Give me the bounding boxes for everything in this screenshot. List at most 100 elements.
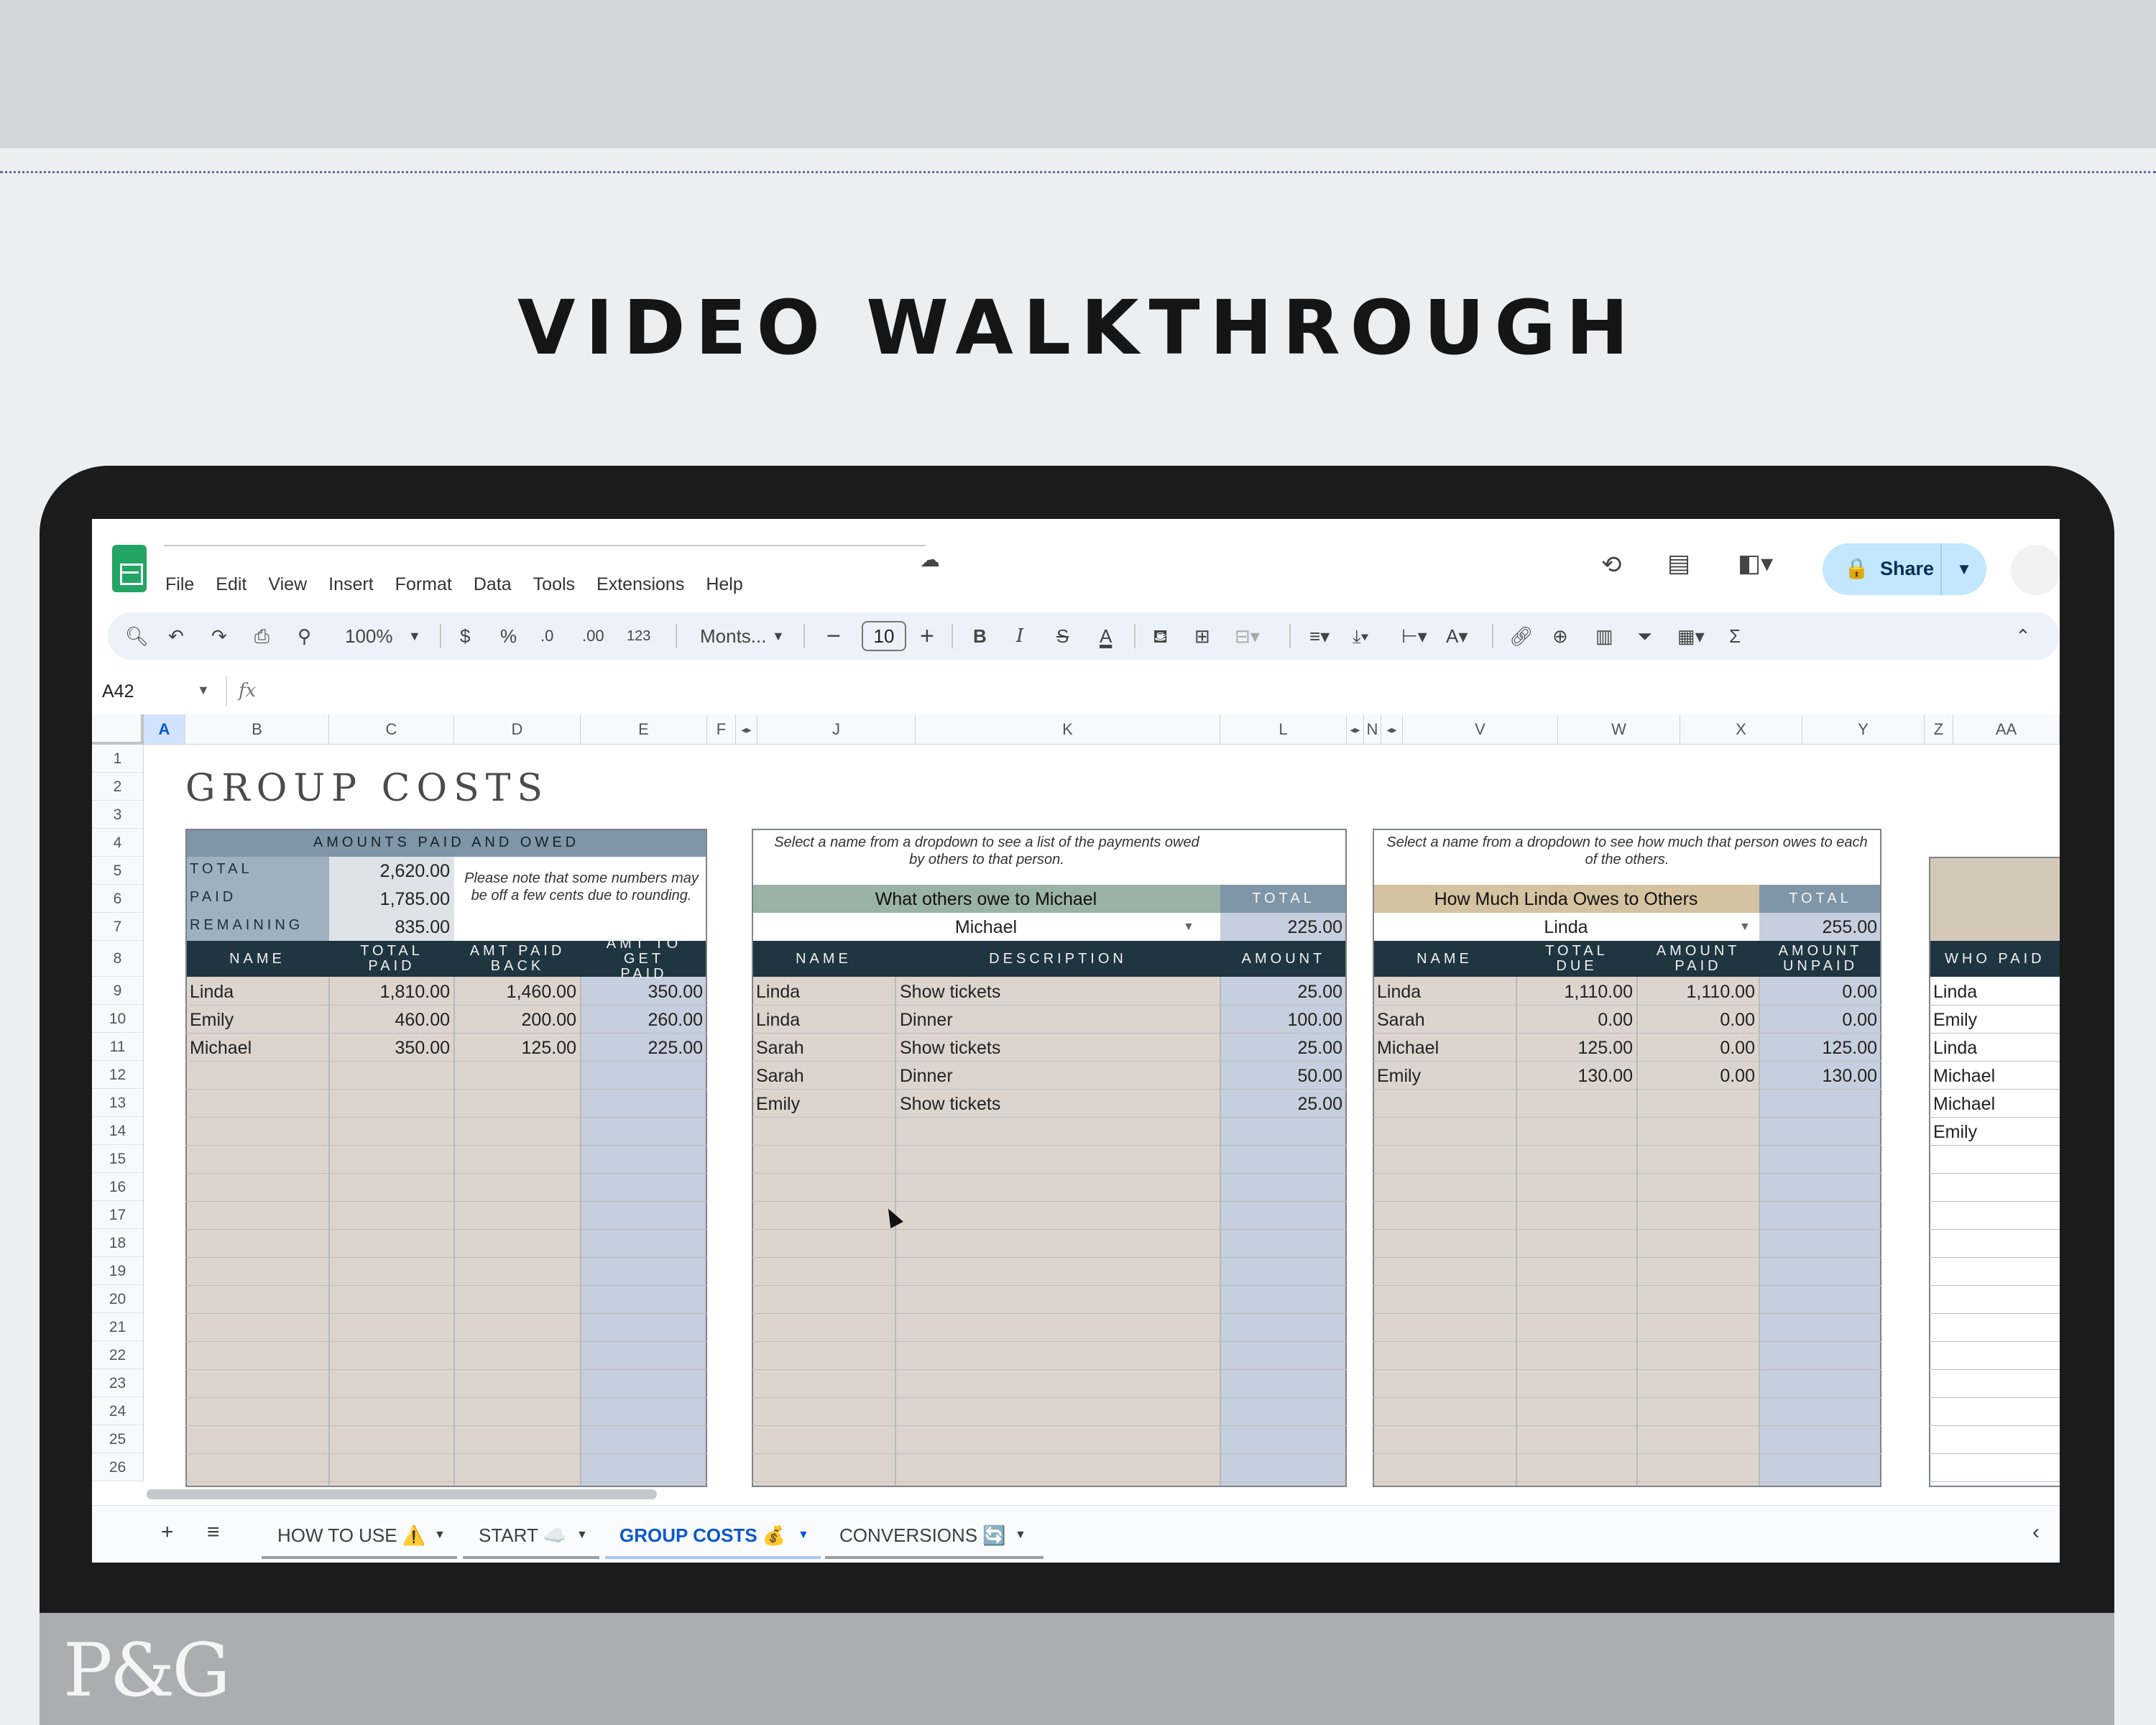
row-header[interactable]: 17 (92, 1201, 144, 1229)
row-header[interactable]: 1 (92, 745, 144, 773)
share-dropdown[interactable]: ▼ (1940, 543, 1986, 595)
collapse-toolbar-icon[interactable]: ⌃ (2015, 622, 2031, 650)
row-header[interactable]: 11 (92, 1033, 144, 1061)
number-format-button[interactable]: 123 (627, 622, 650, 650)
column-header-x[interactable]: X (1680, 714, 1802, 745)
row-header[interactable]: 4 (92, 829, 144, 857)
row-header[interactable]: 6 (92, 885, 144, 913)
merge-cells-icon[interactable]: ⊟▾ (1235, 622, 1260, 650)
row-header[interactable]: 23 (92, 1369, 144, 1397)
font-size-decrease-icon[interactable]: − (826, 622, 841, 650)
tab-group-costs[interactable]: GROUP COSTS 💰 (619, 1524, 786, 1547)
hidden-columns-marker[interactable]: ◂▸ (1347, 714, 1364, 745)
row-header[interactable]: 14 (92, 1117, 144, 1145)
comments-icon[interactable]: ▤ (1667, 549, 1690, 578)
column-header-v[interactable]: V (1403, 714, 1558, 745)
row-header[interactable]: 13 (92, 1089, 144, 1117)
text-color-icon[interactable]: A (1100, 622, 1112, 650)
row-header[interactable]: 10 (92, 1005, 144, 1033)
row-header[interactable]: 20 (92, 1285, 144, 1313)
zoom-dropdown-icon[interactable]: ▼ (408, 622, 421, 650)
row-header[interactable]: 24 (92, 1397, 144, 1425)
menu-data[interactable]: Data (474, 574, 512, 595)
row-header[interactable]: 26 (92, 1453, 144, 1481)
add-sheet-icon[interactable]: + (161, 1520, 174, 1545)
hidden-columns-marker[interactable]: ◂▸ (736, 714, 757, 745)
tab-how-to-use[interactable]: HOW TO USE ⚠️ (277, 1524, 425, 1547)
column-header-w[interactable]: W (1558, 714, 1680, 745)
menu-edit[interactable]: Edit (216, 574, 247, 595)
menu-help[interactable]: Help (706, 574, 742, 595)
tab-menu-icon[interactable]: ▼ (798, 1529, 809, 1542)
meet-icon[interactable]: ◧▾ (1738, 549, 1773, 578)
percent-button[interactable]: % (500, 622, 517, 650)
row-header[interactable]: 5 (92, 857, 144, 885)
horizontal-scrollbar[interactable] (147, 1489, 657, 1499)
column-header-z[interactable]: Z (1925, 714, 1953, 745)
tab-menu-icon[interactable]: ▼ (576, 1529, 588, 1542)
functions-icon[interactable]: Σ (1729, 622, 1741, 650)
menu-extensions[interactable]: Extensions (596, 574, 684, 595)
undo-icon[interactable]: ↶ (168, 622, 184, 650)
currency-button[interactable]: $ (460, 622, 470, 650)
row-header[interactable]: 7 (92, 913, 144, 941)
menu-view[interactable]: View (268, 574, 307, 595)
column-header-c[interactable]: C (329, 714, 454, 745)
menu-insert[interactable]: Insert (328, 574, 374, 595)
hidden-columns-marker[interactable]: ◂▸ (1381, 714, 1403, 745)
italic-button[interactable]: I (1016, 622, 1023, 650)
row-header[interactable]: 12 (92, 1061, 144, 1089)
vertical-align-icon[interactable]: ⤓▾ (1353, 622, 1368, 650)
menu-file[interactable]: File (165, 574, 194, 595)
insert-link-icon[interactable]: 🔗︎ (1509, 622, 1533, 650)
avatar[interactable] (2011, 545, 2060, 595)
decrease-decimal-button[interactable]: .0 (540, 622, 553, 650)
column-header-l[interactable]: L (1220, 714, 1347, 745)
column-header-aa[interactable]: AA (1953, 714, 2060, 745)
redo-icon[interactable]: ↷ (211, 622, 227, 650)
font-size-input[interactable]: 10 (862, 621, 906, 651)
insert-comment-icon[interactable]: ⊕ (1552, 622, 1568, 650)
row-header[interactable]: 19 (92, 1257, 144, 1285)
column-header-b[interactable]: B (185, 714, 329, 745)
menu-tools[interactable]: Tools (533, 574, 575, 595)
insert-chart-icon[interactable]: ▥ (1595, 622, 1613, 650)
column-header-a[interactable]: A (144, 714, 185, 745)
row-header[interactable]: 2 (92, 773, 144, 801)
select-all-corner[interactable] (92, 714, 144, 745)
share-button[interactable]: 🔒 Share ▼ (1823, 543, 1986, 595)
column-header-e[interactable]: E (581, 714, 707, 745)
horizontal-align-icon[interactable]: ≡▾ (1309, 622, 1330, 650)
column-header-f[interactable]: F (707, 714, 736, 745)
row-header[interactable]: 15 (92, 1145, 144, 1173)
fill-color-icon[interactable]: ⛾ (1153, 622, 1168, 650)
text-wrapping-icon[interactable]: ⊢▾ (1401, 622, 1427, 650)
name-box[interactable]: A42 (102, 681, 134, 702)
row-header[interactable]: 9 (92, 977, 144, 1005)
all-sheets-icon[interactable]: ≡ (207, 1520, 220, 1545)
name-box-dropdown-icon[interactable]: ▼ (197, 683, 210, 698)
row-header[interactable]: 22 (92, 1341, 144, 1369)
tab-menu-icon[interactable]: ▼ (1015, 1529, 1026, 1542)
font-size-increase-icon[interactable]: + (920, 622, 934, 650)
font-dropdown-icon[interactable]: ▼ (772, 622, 785, 650)
column-header-n[interactable]: N (1364, 714, 1381, 745)
paint-format-icon[interactable]: ⚲ (298, 622, 311, 650)
row-header[interactable]: 21 (92, 1313, 144, 1341)
filter-icon[interactable]: ⏷ (1637, 622, 1652, 650)
column-header-d[interactable]: D (454, 714, 581, 745)
document-title-field[interactable] (164, 545, 926, 546)
tab-conversions[interactable]: CONVERSIONS 🔄 (839, 1524, 1006, 1547)
row-header[interactable]: 25 (92, 1425, 144, 1453)
filter-views-icon[interactable]: ▦▾ (1677, 622, 1705, 650)
tab-menu-icon[interactable]: ▼ (434, 1529, 446, 1542)
row-header[interactable]: 8 (92, 941, 144, 977)
cloud-status-icon[interactable]: ☁ (920, 548, 940, 571)
search-menus-icon[interactable]: 🔍︎ (125, 622, 149, 650)
text-rotation-icon[interactable]: A▾ (1446, 622, 1468, 650)
zoom-select[interactable]: 100% (345, 622, 393, 650)
increase-decimal-button[interactable]: .00 (582, 622, 604, 650)
column-header-y[interactable]: Y (1802, 714, 1925, 745)
tab-start[interactable]: START ☁️ (479, 1524, 566, 1547)
row-header[interactable]: 18 (92, 1229, 144, 1257)
